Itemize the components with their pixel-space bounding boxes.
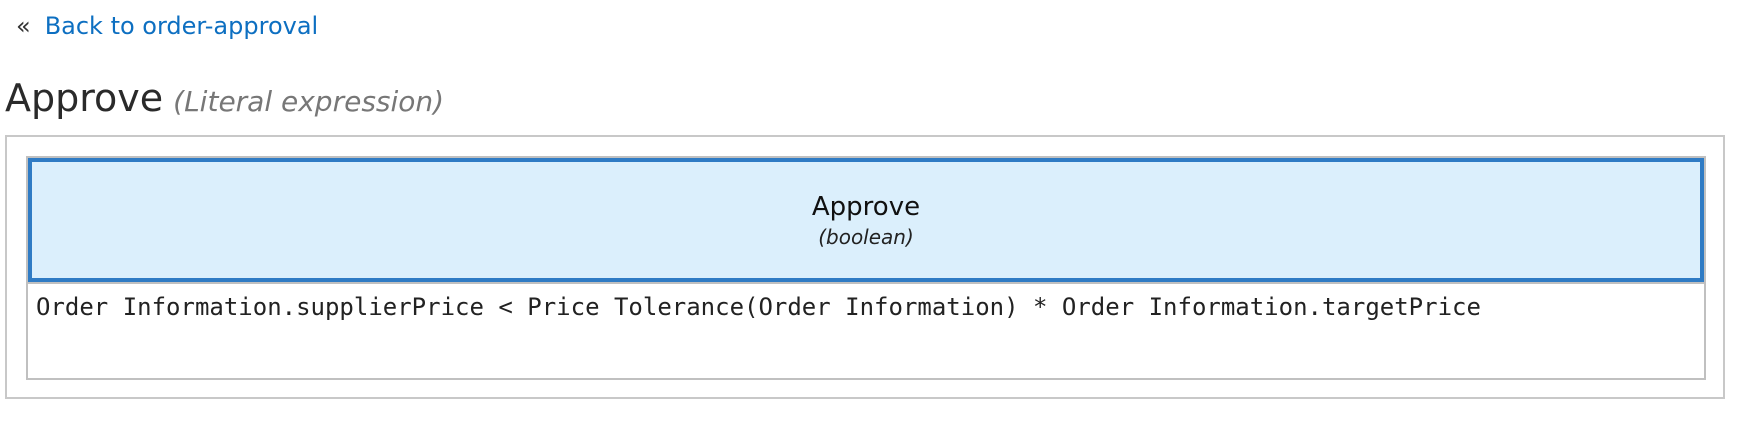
page-heading: Approve (Literal expression) — [5, 76, 444, 120]
double-chevron-left-icon[interactable]: « — [16, 14, 31, 38]
decision-name: Approve — [811, 192, 921, 222]
page-title: Approve — [5, 76, 164, 120]
decision-header-cell[interactable]: Approve (boolean) — [28, 158, 1704, 282]
literal-expression-panel: Approve (boolean) Order Information.supp… — [5, 135, 1725, 399]
decision-type: (boolean) — [818, 225, 914, 249]
expression-cell[interactable]: Order Information.supplierPrice < Price … — [28, 282, 1704, 378]
expression-text: Order Information.supplierPrice < Price … — [36, 293, 1481, 321]
back-to-order-approval-link[interactable]: Back to order-approval — [45, 12, 319, 40]
literal-expression-table: Approve (boolean) Order Information.supp… — [26, 156, 1706, 380]
back-navigation: « Back to order-approval — [16, 6, 318, 46]
page-subtitle: (Literal expression) — [173, 85, 445, 118]
